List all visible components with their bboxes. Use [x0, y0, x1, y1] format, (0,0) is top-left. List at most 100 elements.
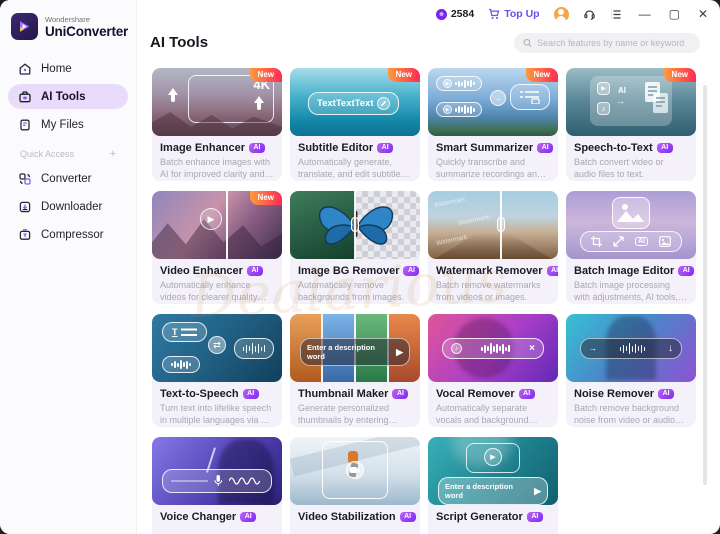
card-body: Speech-to-Text AI Batch convert video or a… [566, 136, 696, 180]
download-arrow-icon: ↓ [668, 343, 673, 354]
brand: Wondershare UniConverter [0, 0, 136, 40]
card-speech-to-text[interactable]: ▶ ♪ AI → New Speech-to-Text AI Batch conver… [566, 68, 696, 181]
card-description: Quickly transcribe and summarize recordi… [436, 157, 543, 179]
card-title: Voice Changer [160, 511, 237, 523]
card-thumbnail-speech-to-text: ▶ ♪ AI → New [566, 68, 696, 136]
sidebar-item-compressor[interactable]: Compressor [8, 222, 128, 247]
card-body: Video Enhancer AI Automatically enhance vi… [152, 259, 282, 303]
ai-label: AI [618, 86, 626, 95]
card-thumbnail-voice-changer [152, 437, 282, 505]
card-body: Image BG Remover AI Automatically remove b… [290, 259, 420, 303]
card-body: Text-to-Speech AI Turn text into lifelike … [152, 382, 282, 426]
sidebar-item-my-files[interactable]: My Files [8, 112, 128, 137]
search-icon [523, 38, 532, 48]
arrow-right-icon: → [616, 96, 625, 106]
card-thumbnail-noise-remover: → ↓ [566, 314, 696, 382]
swap-icon: ⇄ [208, 336, 226, 354]
card-title: Thumbnail Maker [298, 388, 389, 400]
card-smart-summarizer[interactable]: ▶ ▶ → New Smart Summarizer AI Quickly trans… [428, 68, 558, 181]
play-icon: ▶ [200, 208, 222, 230]
card-description: Automatically separate vocals and backgr… [436, 403, 529, 425]
ai-badge: AI [246, 265, 263, 277]
menu-icon[interactable] [610, 8, 623, 21]
card-body: Subtitle Editor AI Automatically generate,… [290, 136, 420, 180]
ai-badge: AI [518, 388, 535, 400]
card-subtitle-editor[interactable]: TextTextText New Subtitle Editor AI Automat… [290, 68, 420, 181]
card-thumbnail-batch-image-editor: AI [566, 191, 696, 259]
vertical-scrollbar[interactable] [703, 85, 707, 485]
card-title: Text-to-Speech [160, 388, 239, 400]
close-button[interactable]: ✕ [696, 8, 710, 20]
sidebar-item-ai-tools[interactable]: AI Tools [8, 84, 128, 109]
card-description: Batch convert video or audio files to te… [574, 157, 664, 179]
resize-icon [613, 236, 624, 247]
arrow-right-icon: → [490, 90, 506, 106]
card-video-enhancer[interactable]: ▶ New Video Enhancer AI Automatically enhanc… [152, 191, 282, 304]
card-bg-remover[interactable]: Image BG Remover AI Automatically remove b… [290, 191, 420, 304]
ai-badge: AI [377, 142, 394, 154]
ai-tools-grid: 4K New Image Enhancer AI Batch enhance imag… [152, 68, 696, 534]
submit-arrow-icon: ▶ [534, 485, 541, 496]
card-voice-changer[interactable]: Voice Changer AI [152, 437, 282, 534]
play-icon: ▶ [443, 79, 452, 88]
card-title: Noise Remover [574, 388, 655, 400]
card-description: Generate personalized thumbnails by ente… [298, 403, 390, 425]
card-thumbnail-bg-remover [290, 191, 420, 259]
page-title: AI Tools [150, 34, 209, 51]
submit-arrow-icon: ▶ [396, 346, 403, 357]
upscale-arrow-icon [168, 88, 178, 104]
card-title: Image BG Remover [298, 265, 400, 277]
brand-text: Wondershare UniConverter [45, 15, 128, 39]
card-vocal-remover[interactable]: ♪ × Vocal Remover AI Automatically separat… [428, 314, 558, 427]
video-icon: ▶ [597, 82, 610, 95]
compare-divider [226, 191, 228, 259]
play-icon: ▶ [443, 105, 452, 114]
card-thumbnail-maker[interactable]: Enter a description word ▶ Thumbnail Mak… [290, 314, 420, 427]
search-bar[interactable] [514, 33, 700, 53]
card-noise-remover[interactable]: → ↓ Noise Remover AI Batch remove backgrou… [566, 314, 696, 427]
card-script-generator[interactable]: ▶ Enter a description word ▶ Script Gene… [428, 437, 558, 534]
audio-pill: ▶ [436, 102, 482, 117]
sidebar: Wondershare UniConverter Home AI Tools M… [0, 0, 137, 534]
card-watermark-remover[interactable]: Watermark Watermark Watermark Watermark … [428, 191, 558, 304]
prompt-input[interactable]: Enter a description word ▶ [300, 338, 410, 366]
search-input[interactable] [537, 38, 691, 48]
remove-x-icon: × [529, 343, 535, 354]
card-video-stabilization[interactable]: Video Stabilization AI [290, 437, 420, 534]
card-title: Speech-to-Text [574, 142, 653, 154]
sidebar-item-label: Converter [41, 172, 92, 185]
flatline-icon [171, 480, 209, 482]
card-title: Image Enhancer [160, 142, 245, 154]
card-image-enhancer[interactable]: 4K New Image Enhancer AI Batch enhance imag… [152, 68, 282, 181]
subtitle-pill: TextTextText [308, 92, 399, 115]
avatar[interactable] [553, 6, 569, 22]
divider-handle [496, 217, 505, 232]
brand-company: Wondershare [45, 14, 90, 24]
titlebar: 2584 Top Up — ▢ ✕ [137, 0, 720, 28]
music-icon: ♪ [451, 343, 462, 354]
image-tile [612, 197, 650, 229]
sidebar-item-label: Compressor [41, 228, 104, 241]
credits-counter[interactable]: 2584 [435, 8, 474, 20]
card-text-to-speech[interactable]: T ⇄ Text-to-Speech AI Turn text into lifel… [152, 314, 282, 427]
maximize-button[interactable]: ▢ [667, 8, 682, 20]
minimize-button[interactable]: — [637, 8, 653, 20]
card-body: Voice Changer AI [152, 505, 282, 523]
play-icon: ▶ [484, 448, 502, 466]
sidebar-item-converter[interactable]: Converter [8, 166, 128, 191]
support-headset-icon[interactable] [583, 8, 596, 21]
card-thumbnail-watermark-remover: Watermark Watermark Watermark [428, 191, 558, 259]
document-icon [645, 82, 668, 113]
sidebar-item-downloader[interactable]: Downloader [8, 194, 128, 219]
sidebar-nav: Home AI Tools My Files Quick Access + Co… [0, 56, 136, 247]
image-icon [617, 204, 644, 222]
prompt-placeholder: Enter a description word [307, 343, 375, 361]
sidebar-item-home[interactable]: Home [8, 56, 128, 81]
prompt-input[interactable]: Enter a description word ▶ [438, 477, 548, 505]
top-up-button[interactable]: Top Up [488, 8, 540, 20]
card-batch-image-editor[interactable]: AI Batch Image Editor AI Batch image proce… [566, 191, 696, 304]
card-description: Batch remove watermarks from videos or i… [436, 280, 541, 302]
quick-access-label: Quick Access [20, 149, 75, 159]
card-description: Turn text into lifelike speech in multip… [160, 403, 272, 425]
quick-access-add-button[interactable]: + [110, 148, 116, 160]
